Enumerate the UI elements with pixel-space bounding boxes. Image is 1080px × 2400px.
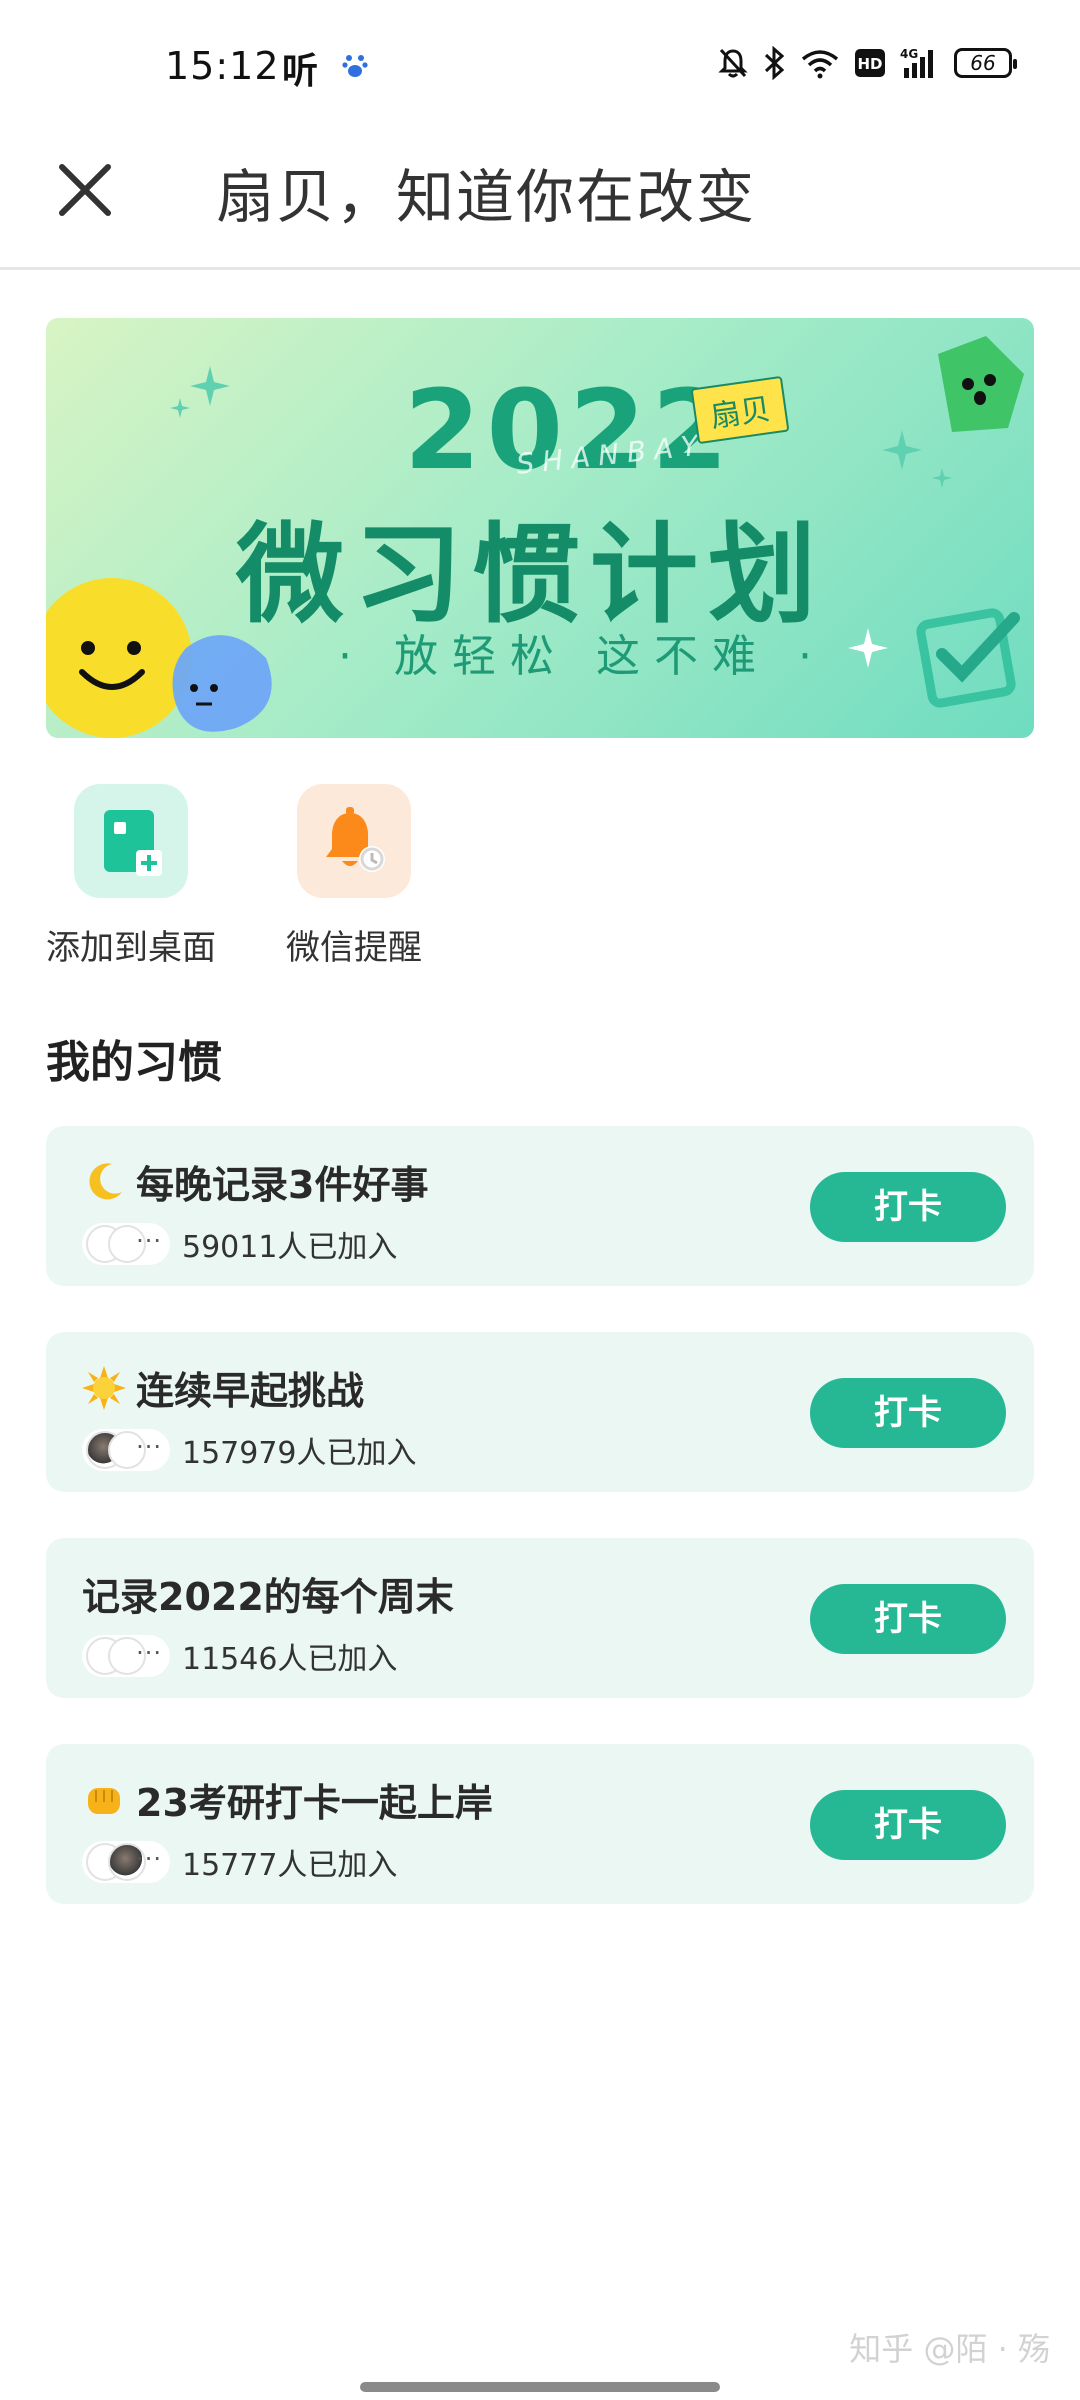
- status-time: 15:12: [165, 44, 280, 88]
- wechat-reminder-label: 微信提醒: [286, 928, 422, 968]
- page-title: 扇贝，知道你在改变: [216, 163, 757, 231]
- add-to-desktop-icon: [74, 784, 188, 898]
- more-icon: ···: [136, 1639, 162, 1667]
- wechat-reminder-button[interactable]: 微信提醒: [286, 784, 422, 969]
- mute-bell-icon: [718, 48, 748, 78]
- habit-title-text: 记录2022的每个周末: [82, 1575, 454, 1619]
- habit-card[interactable]: 连续早起挑战 ··· 157979人已加入 打卡: [46, 1332, 1034, 1492]
- member-avatars: ···: [82, 1841, 170, 1883]
- more-icon: ···: [136, 1433, 162, 1461]
- status-bar: 15:12 听 HD 4G 66: [0, 0, 1080, 130]
- sun-icon: [82, 1365, 126, 1410]
- check-in-button[interactable]: 打卡: [810, 1172, 1006, 1242]
- habit-title-text: 23考研打卡一起上岸: [136, 1781, 493, 1825]
- signal-4g-icon: 4G: [900, 47, 933, 78]
- add-to-desktop-button[interactable]: 添加到桌面: [46, 784, 216, 969]
- habit-title: 记录2022的每个周末: [82, 1566, 454, 1621]
- habit-members: ··· 11546人已加入: [82, 1634, 397, 1678]
- habit-title-text: 连续早起挑战: [136, 1369, 365, 1413]
- check-in-button[interactable]: 打卡: [810, 1378, 1006, 1448]
- habit-members: ··· 15777人已加入: [82, 1840, 397, 1884]
- habit-card[interactable]: 记录2022的每个周末 ··· 11546人已加入 打卡: [46, 1538, 1034, 1698]
- watermark: 知乎 @陌 · 殇: [849, 2330, 1050, 2368]
- check-in-button[interactable]: 打卡: [810, 1584, 1006, 1654]
- hd-icon: HD: [855, 49, 885, 77]
- habit-title-text: 每晚记录3件好事: [136, 1163, 429, 1207]
- more-icon: ···: [136, 1845, 162, 1873]
- baidu-paw-icon: [342, 55, 368, 77]
- habit-title: 23考研打卡一起上岸: [82, 1772, 493, 1827]
- habit-title: 每晚记录3件好事: [82, 1154, 428, 1209]
- fist-icon: [88, 1787, 120, 1814]
- listen-app-icon: 听: [282, 51, 319, 92]
- member-avatars: ···: [82, 1635, 170, 1677]
- habit-members: ··· 157979人已加入: [82, 1428, 417, 1472]
- habit-title: 连续早起挑战: [82, 1360, 364, 1415]
- member-avatars: ···: [82, 1223, 170, 1265]
- member-count: 11546人已加入: [182, 1642, 398, 1677]
- crescent-moon-icon: [89, 1162, 122, 1199]
- close-icon[interactable]: [50, 155, 120, 225]
- my-habits-heading: 我的习惯: [46, 1037, 222, 1088]
- habit-card[interactable]: 23考研打卡一起上岸 ··· 15777人已加入 打卡: [46, 1744, 1034, 1904]
- habit-members: ··· 59011人已加入: [82, 1222, 397, 1266]
- status-icons: HD 4G 66: [718, 46, 1017, 80]
- member-count: 59011人已加入: [182, 1230, 398, 1265]
- add-to-desktop-label: 添加到桌面: [46, 928, 216, 968]
- banner-sub-text: · 放轻松 这不难 ·: [338, 631, 826, 682]
- bell-icon: [297, 784, 411, 898]
- wifi-icon: [801, 50, 839, 79]
- home-indicator[interactable]: [360, 2382, 720, 2392]
- svg-text:4G: 4G: [900, 47, 918, 61]
- battery-indicator: 66: [954, 48, 1017, 78]
- svg-text:HD: HD: [857, 55, 882, 73]
- more-icon: ···: [136, 1227, 162, 1255]
- habit-card[interactable]: 每晚记录3件好事 ··· 59011人已加入 打卡: [46, 1126, 1034, 1286]
- micro-habit-banner[interactable]: 2022 SHANBAY 扇贝 微习惯计划 · 放轻松 这不难 ·: [46, 318, 1034, 738]
- member-avatars: ···: [82, 1429, 170, 1471]
- member-count: 157979人已加入: [182, 1436, 417, 1471]
- check-in-button[interactable]: 打卡: [810, 1790, 1006, 1860]
- member-count: 15777人已加入: [182, 1848, 398, 1883]
- top-header: 扇贝，知道你在改变: [0, 130, 1080, 270]
- bluetooth-icon: [764, 46, 785, 80]
